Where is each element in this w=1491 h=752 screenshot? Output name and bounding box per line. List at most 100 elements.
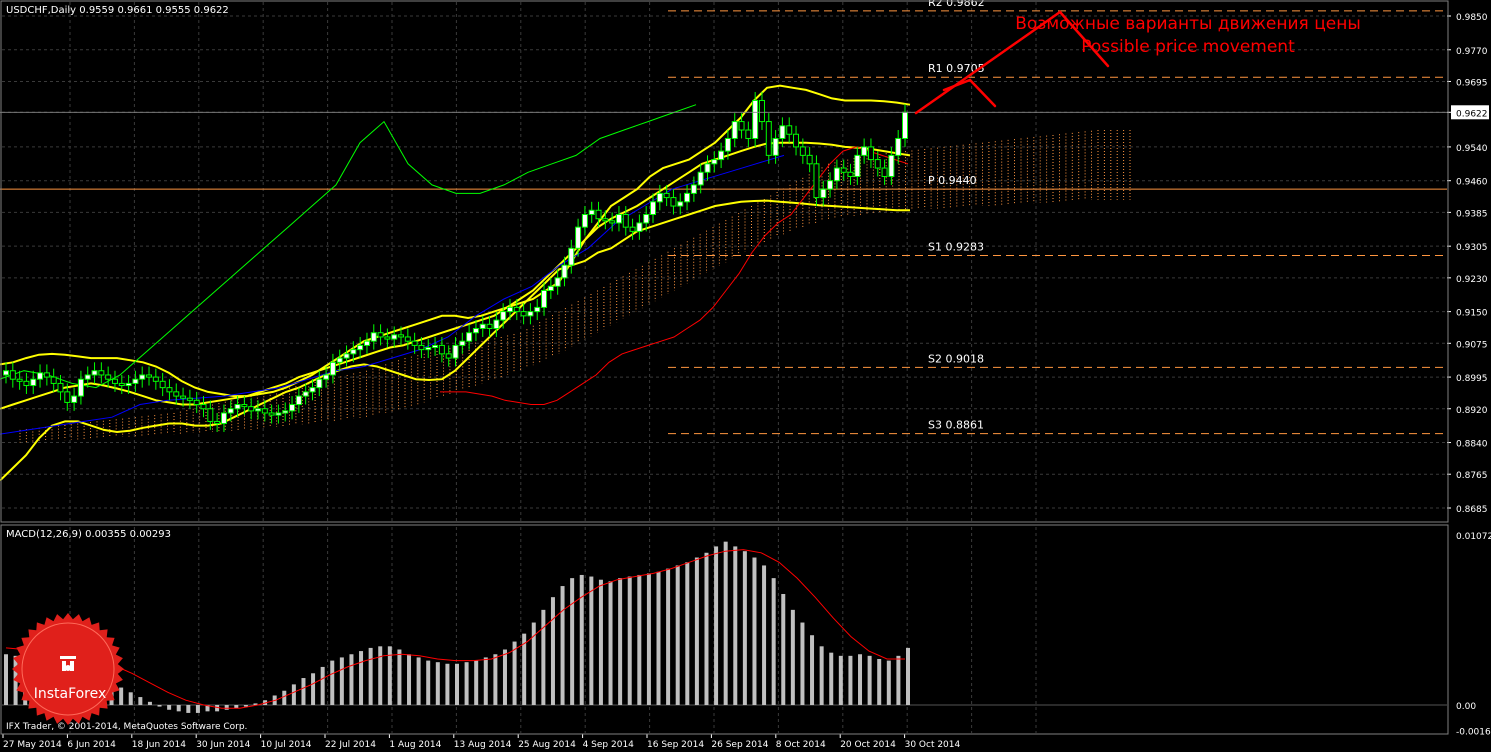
candle-body — [711, 159, 718, 165]
x-tick-label: 20 Oct 2014 — [840, 740, 896, 750]
macd-bar — [464, 662, 469, 705]
candle-body — [282, 410, 289, 414]
candle-body — [622, 213, 629, 228]
macd-bar — [426, 660, 431, 705]
macd-bar — [502, 649, 507, 705]
candle-body — [840, 167, 847, 173]
pivot-label-s2: S2 0.9018 — [928, 352, 984, 365]
candle-body — [302, 391, 309, 397]
pivot-label-s3: S3 0.8861 — [928, 419, 984, 432]
candle-body — [684, 192, 691, 203]
candle-body — [833, 167, 840, 182]
candle-body — [16, 378, 23, 382]
candle — [752, 92, 759, 147]
x-tick-label: 26 Sep 2014 — [711, 740, 768, 750]
candle-body — [670, 197, 677, 207]
candle-body — [384, 336, 391, 340]
candle-body — [527, 311, 534, 317]
x-tick-label: 6 Jun 2014 — [67, 740, 116, 750]
candle-body — [418, 344, 425, 351]
candle-body — [84, 374, 91, 380]
macd-bar — [445, 663, 450, 705]
candle-body — [3, 370, 9, 376]
pivot-label-r1: R1 0.9705 — [928, 62, 985, 75]
macd-bar — [397, 649, 402, 705]
macd-bar — [157, 705, 162, 707]
candle-body — [765, 121, 772, 156]
macd-bar — [320, 666, 325, 705]
macd-bar — [733, 546, 738, 705]
macd-y-tick-label: -0.00161 — [1456, 728, 1491, 738]
candle-body — [575, 226, 582, 249]
candle-body — [438, 344, 445, 355]
macd-bar — [330, 660, 335, 705]
macd-bar — [675, 565, 680, 705]
candle-body — [77, 378, 84, 397]
macd-bar — [147, 701, 152, 705]
candle-body — [139, 374, 146, 380]
candle-body — [234, 404, 241, 410]
macd-bar — [4, 654, 8, 705]
candle-body — [547, 285, 554, 292]
x-tick-label: 18 Jun 2014 — [132, 740, 186, 750]
y-tick-label: 0.9850 — [1456, 13, 1488, 23]
macd-bar — [810, 635, 815, 705]
candle-body — [881, 167, 888, 177]
y-tick-label: 0.9150 — [1456, 309, 1488, 319]
candle-body — [813, 163, 820, 199]
candle-body — [146, 374, 153, 378]
chart-header: USDCHF,Daily 0.9559 0.9661 0.9555 0.9622 — [6, 5, 229, 16]
candle-body — [786, 125, 793, 135]
macd-bar — [560, 586, 565, 705]
candle-body — [827, 180, 834, 190]
macd-bar — [867, 655, 872, 705]
annotation-en: Possible price movement — [1081, 37, 1295, 57]
candle-body — [650, 201, 657, 215]
candle-body — [758, 99, 765, 123]
candle-body — [105, 374, 112, 380]
x-tick-label: 8 Oct 2014 — [776, 740, 826, 750]
candle-body — [602, 218, 609, 222]
candle-body — [568, 247, 575, 266]
y-tick-label: 0.9695 — [1456, 78, 1488, 88]
candle-body — [902, 111, 908, 139]
candle-body — [370, 332, 377, 342]
candle-body — [472, 328, 479, 334]
macd-bar — [781, 593, 786, 705]
candle-body — [745, 129, 752, 139]
macd-bar — [378, 646, 383, 705]
candle-body — [466, 332, 473, 342]
candle-body — [57, 382, 64, 393]
macd-bar — [637, 574, 642, 705]
macd-y-tick-label: 0.00 — [1456, 702, 1476, 712]
x-tick-label: 22 Jul 2014 — [325, 740, 376, 750]
current-price-label: 0.9622 — [1456, 109, 1488, 119]
macd-bar — [848, 655, 853, 705]
macd-bar — [349, 654, 354, 705]
x-tick-label: 1 Aug 2014 — [389, 740, 441, 750]
candle-body — [520, 311, 527, 317]
y-tick-label: 0.9770 — [1456, 47, 1488, 57]
macd-bar — [646, 573, 651, 705]
candle-body — [214, 420, 221, 425]
x-tick-label: 30 Oct 2014 — [905, 740, 961, 750]
candle-body — [71, 395, 78, 403]
macd-bar — [829, 652, 834, 705]
candle-body — [861, 146, 868, 156]
macd-bar — [694, 557, 699, 705]
macd-bar — [282, 690, 287, 705]
macd-bar — [714, 546, 719, 705]
candle-body — [316, 378, 323, 389]
candle-body — [289, 404, 296, 412]
macd-bar — [234, 705, 239, 709]
x-tick-label: 25 Aug 2014 — [518, 740, 576, 750]
candle-body — [98, 370, 105, 376]
candle-body — [541, 290, 548, 308]
macd-bar — [790, 609, 795, 705]
candle-body — [248, 406, 255, 412]
candle-body — [268, 412, 275, 416]
candle-body — [867, 146, 874, 161]
candle-body — [432, 344, 439, 349]
candle-body — [445, 353, 452, 359]
macd-bar — [598, 579, 603, 705]
